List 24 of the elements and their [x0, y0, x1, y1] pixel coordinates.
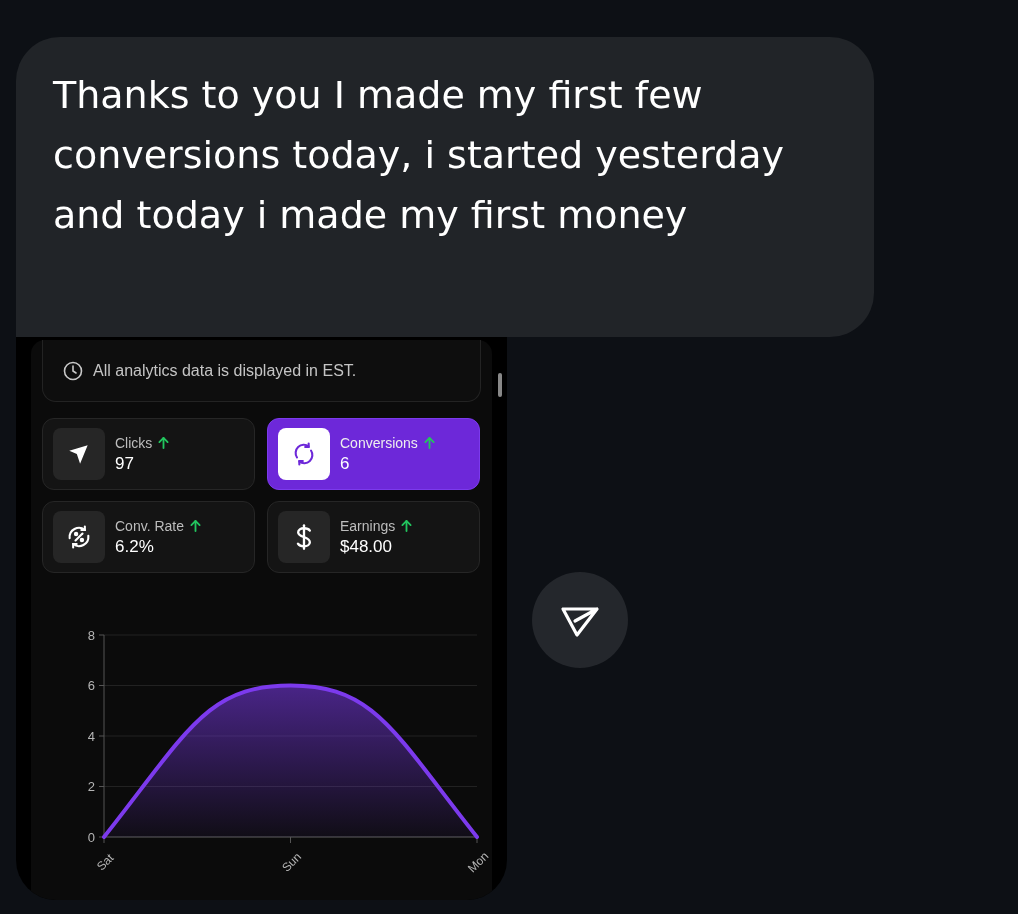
stat-label: Conversions: [340, 434, 418, 451]
scrollbar-thumb[interactable]: [498, 373, 502, 397]
stat-label: Clicks: [115, 434, 153, 451]
y-tick-label: 2: [87, 779, 95, 794]
stat-label: Conv. Rate: [115, 517, 184, 534]
stat-value: 6: [340, 453, 351, 474]
notice-text: All analytics data is displayed in EST.: [93, 361, 357, 380]
y-tick-label: 0: [87, 829, 95, 845]
y-tick-label: 4: [87, 728, 95, 744]
stat-card[interactable]: Conv. Rate 6.2%: [42, 501, 255, 573]
stat-card[interactable]: Clicks 97: [42, 418, 255, 490]
stat-card[interactable]: Earnings $48.00: [267, 501, 480, 573]
x-tick-label: Sat: [93, 850, 117, 874]
y-tick-label: 6: [87, 678, 95, 693]
x-tick-label: Mon: [464, 848, 491, 876]
x-tick-label: Sun: [279, 849, 305, 875]
stat-label: Earnings: [340, 517, 396, 534]
stat-card[interactable]: Conversions 6: [267, 418, 480, 490]
y-tick-label: 8: [87, 627, 95, 643]
message-text: Thanks to you I made my first few conversions today, i started yesterday and today i made my first money: [53, 72, 785, 239]
stat-value: 6.2%: [115, 536, 155, 557]
stat-value: 97: [115, 453, 135, 474]
stat-value: $48.00: [340, 536, 393, 557]
clock-icon: [63, 360, 83, 381]
